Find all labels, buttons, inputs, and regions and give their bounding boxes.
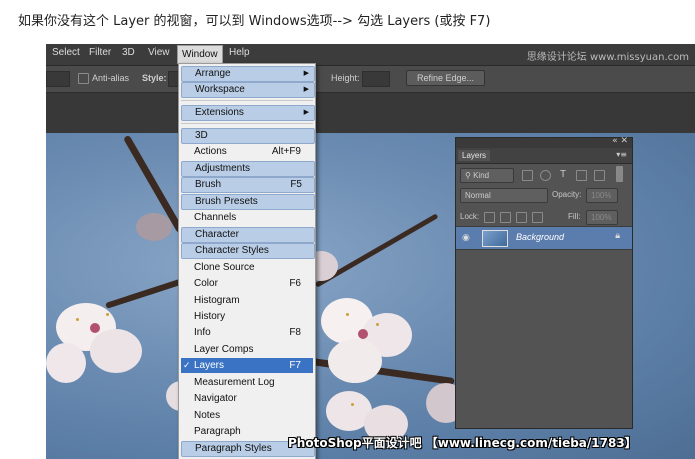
watermark-top: 思缘设计论坛 www.missyuan.com [526,52,689,63]
menu-item-character[interactable]: Character [181,227,315,243]
menu-item-color[interactable]: Color F6 [181,276,313,291]
feather-field[interactable] [46,71,70,87]
stamen [76,318,79,321]
window-menu: Arrange ▶ Workspace ▶ Extensions ▶ 3D Actio… [178,63,316,459]
blossom-petal [46,343,86,383]
menu-item-channels[interactable]: Channels [181,210,313,225]
menu-separator [181,100,313,101]
opacity-label: Opacity: [552,190,582,199]
type-filter-icon[interactable]: T [560,169,566,180]
document-tab-strip [46,93,695,133]
layers-panel: « ✕ Layers ▾≡ ⚲ Kind T Normal Opacity: 1… [455,136,633,429]
chevron-right-icon: ▶ [303,109,309,116]
blossom-petal [136,213,172,241]
tab-layers[interactable]: Layers [458,150,491,161]
menu-item-adjustments[interactable]: Adjustments [181,161,315,177]
style-label: Style: [142,73,167,83]
pixel-filter-icon[interactable] [522,170,533,181]
layer-thumbnail [482,230,508,247]
smart-object-filter-icon[interactable] [594,170,605,181]
fill-label: Fill: [568,212,581,221]
blossom-petal [90,329,142,373]
footer-watermark: PhotoShop平面设计吧 【www.linecg.com/tieba/178… [288,436,637,450]
photoshop-screenshot: Select Filter 3D View Window Help 思缘设计论坛… [46,44,695,459]
branch [314,213,439,288]
blossom-petal [328,339,382,383]
fill-field[interactable]: 100% [586,210,618,225]
panel-titlebar: « ✕ [456,136,632,148]
menu-select[interactable]: Select [52,47,80,58]
stamen [351,403,354,406]
menu-item-clone-source[interactable]: Clone Source [181,260,313,275]
menu-item-brush-presets[interactable]: Brush Presets [181,194,315,210]
panel-menu-icon[interactable]: ▾≡ [616,150,627,159]
lock-position-icon[interactable] [516,212,527,223]
menu-bar: Select Filter 3D View Window Help 思缘设计论坛… [46,44,695,66]
menu-item-info[interactable]: Info F8 [181,325,313,340]
lock-all-icon[interactable] [532,212,543,223]
menu-item-3d[interactable]: 3D [181,128,315,144]
blossom-center [90,323,100,333]
layer-row-background[interactable]: ◉ Background 🔒︎ [456,226,632,250]
menu-item-notes[interactable]: Notes [181,408,313,423]
menu-item-layers[interactable]: ✓ Layers F7 [181,358,313,373]
instruction-caption: 如果你没有这个 Layer 的视窗，可以到 Windows选项--> 勾选 La… [18,14,491,29]
menu-item-extensions[interactable]: Extensions ▶ [181,105,315,121]
stamen [376,323,379,326]
height-label: Height: [331,73,360,83]
lock-label: Lock: [460,212,480,221]
lock-transparent-icon[interactable] [484,212,495,223]
menu-separator [181,123,313,124]
menu-item-workspace[interactable]: Workspace ▶ [181,82,315,98]
antialias-checkbox[interactable] [78,73,89,84]
eye-icon[interactable]: ◉ [462,233,470,243]
layer-name: Background [516,232,565,242]
kind-label: Kind [473,171,490,180]
menu-item-navigator[interactable]: Navigator [181,391,313,406]
close-icon[interactable]: « ✕ [612,136,628,146]
height-field[interactable] [362,71,390,87]
menu-view[interactable]: View [148,47,170,58]
lock-pixels-icon[interactable] [500,212,511,223]
menu-item-layer-comps[interactable]: Layer Comps [181,342,313,357]
adjustment-filter-icon[interactable] [540,170,551,181]
blossom-center [358,329,368,339]
menu-item-arrange[interactable]: Arrange ▶ [181,66,315,82]
panel-tab-bar: Layers ▾≡ [456,148,632,164]
menu-help[interactable]: Help [229,47,250,58]
menu-item-character-styles[interactable]: Character Styles [181,243,315,259]
antialias-label: Anti-alias [92,73,130,83]
menu-item-history[interactable]: History [181,309,313,324]
kind-filter-select[interactable]: ⚲ Kind [460,168,514,183]
chevron-right-icon: ▶ [303,70,309,77]
checkmark-icon: ✓ [183,360,191,370]
menu-item-histogram[interactable]: Histogram [181,293,313,308]
chevron-right-icon: ▶ [303,86,309,93]
menu-3d[interactable]: 3D [122,47,135,58]
lock-icon: 🔒︎ [615,231,620,241]
opacity-field[interactable]: 100% [586,188,618,203]
stamen [106,313,109,316]
menu-item-actions[interactable]: Actions Alt+F9 [181,144,313,159]
stamen [346,313,349,316]
menu-window[interactable]: Window [177,45,223,64]
menu-item-brush[interactable]: Brush F5 [181,177,315,193]
filter-toggle-icon[interactable] [616,166,623,182]
refine-edge-button[interactable]: Refine Edge... [406,70,486,86]
search-icon: ⚲ [465,171,474,180]
shape-filter-icon[interactable] [576,170,587,181]
blend-mode-select[interactable]: Normal [460,188,548,203]
menu-item-measurement-log[interactable]: Measurement Log [181,375,313,390]
menu-filter[interactable]: Filter [89,47,111,58]
options-bar: Anti-alias Style: Height: Refine Edge... [46,66,695,93]
